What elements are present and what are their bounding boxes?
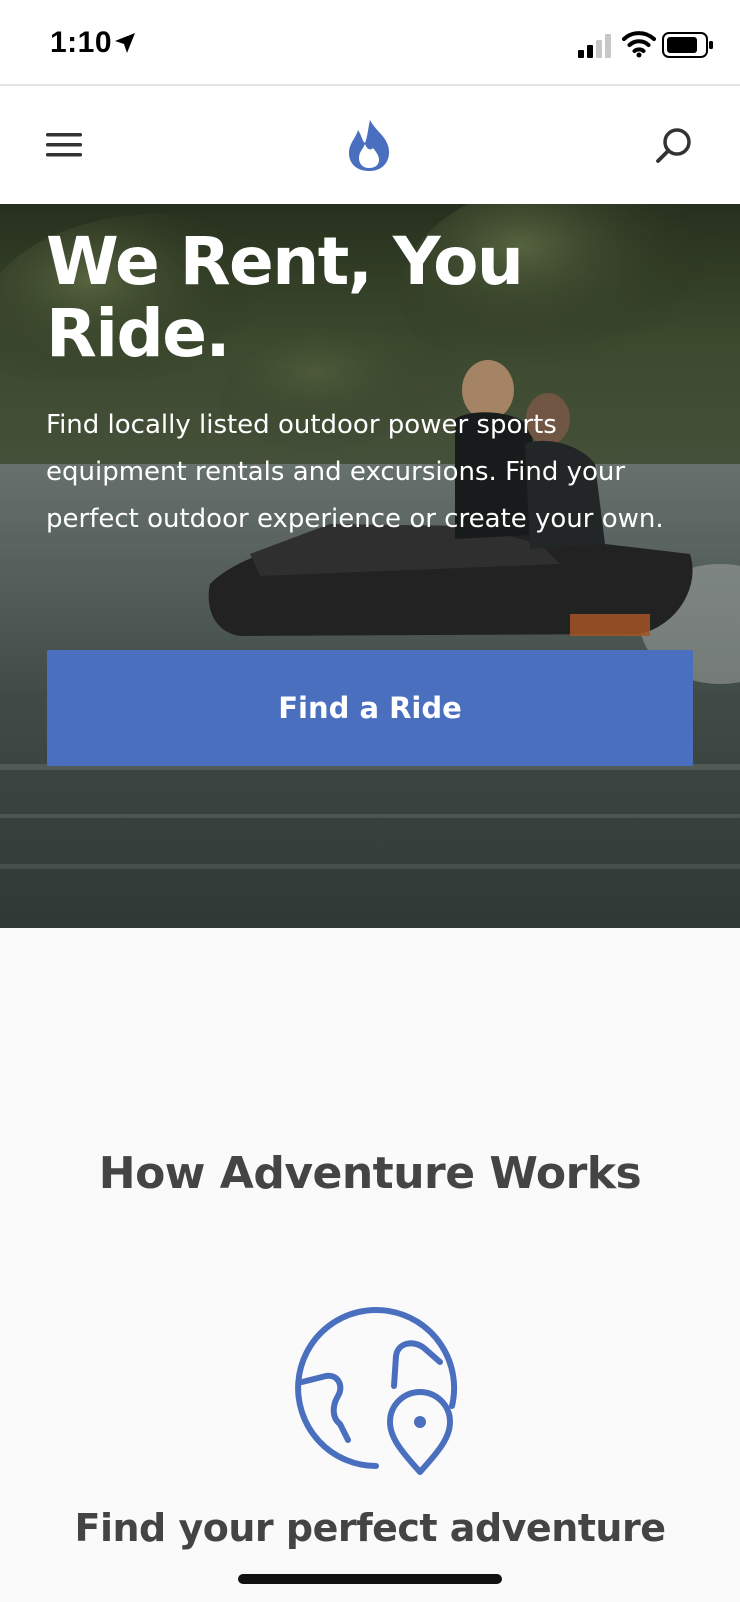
battery-icon	[662, 32, 713, 58]
cellular-signal-icon	[578, 34, 611, 58]
find-adventure-step-title: Find your perfect adventure	[74, 1506, 666, 1550]
nav-header	[0, 86, 740, 204]
hero-description: Find locally listed outdoor power sports…	[46, 410, 664, 534]
app-screen: 1:10 We Rent, You Ride. Find locally lis…	[0, 0, 740, 1602]
status-bar: 1:10	[0, 0, 740, 86]
status-time: 1:10	[50, 26, 113, 59]
hero-title: We Rent, You Ride.	[46, 223, 524, 372]
how-adventure-works-title: How Adventure Works	[98, 1148, 642, 1199]
hamburger-menu-icon[interactable]	[44, 130, 84, 160]
globe-location-pin-icon	[295, 1307, 458, 1475]
location-arrow-icon	[115, 33, 135, 53]
search-icon[interactable]	[654, 126, 694, 166]
wifi-icon	[622, 31, 656, 58]
find-a-ride-button[interactable]: Find a Ride	[47, 650, 693, 766]
hero-banner: We Rent, You Ride. Find locally listed o…	[0, 204, 740, 928]
flame-logo-icon[interactable]	[346, 118, 392, 172]
home-indicator	[238, 1574, 502, 1584]
